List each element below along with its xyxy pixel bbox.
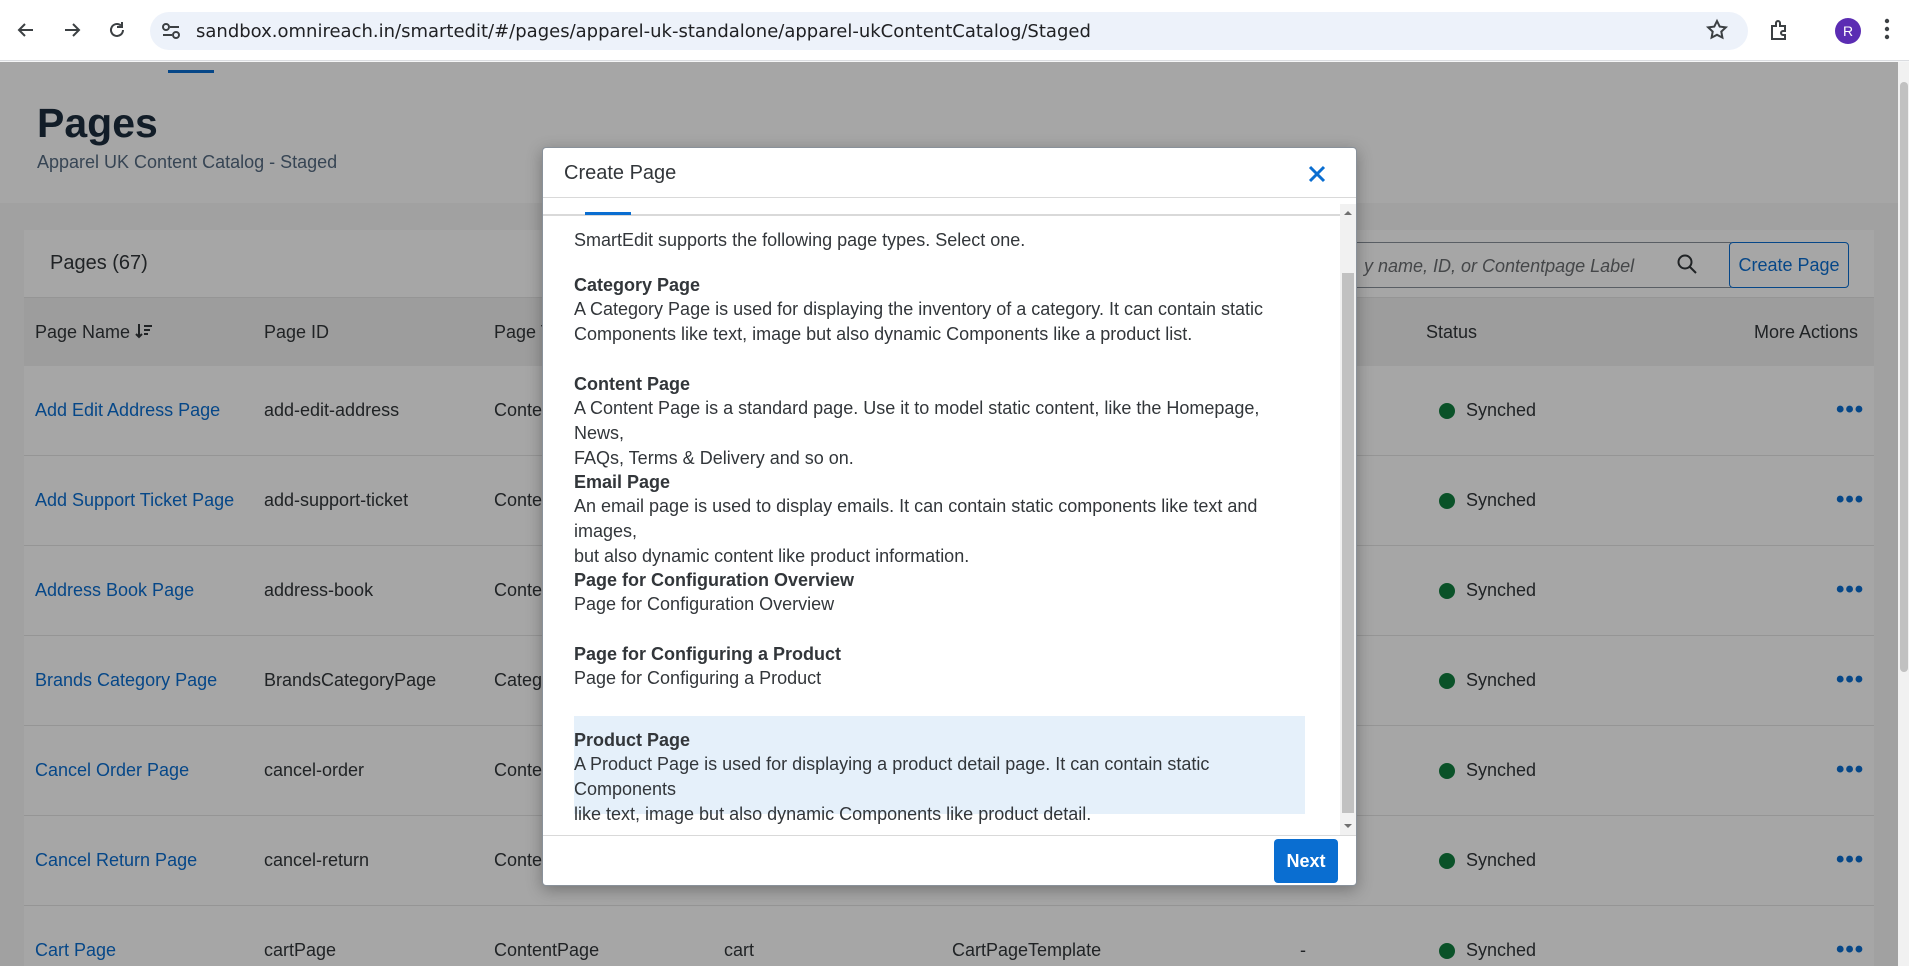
- page-type-product[interactable]: Product Page A Product Page is used for …: [574, 716, 1305, 824]
- page-type-desc: A Category Page is used for displaying t…: [574, 299, 1264, 319]
- browser-menu-icon[interactable]: [1884, 16, 1890, 47]
- page-type-desc: An email page is used to display emails.…: [574, 496, 1258, 541]
- dialog-footer: Next: [543, 835, 1356, 885]
- next-button[interactable]: Next: [1274, 839, 1338, 883]
- dialog-body: SmartEdit supports the following page ty…: [543, 216, 1340, 835]
- scroll-down-icon[interactable]: [1340, 819, 1356, 833]
- page-type-configuration-overview[interactable]: Page for Configuration Overview Page for…: [574, 568, 1305, 617]
- back-icon[interactable]: [10, 14, 42, 46]
- close-icon[interactable]: [1303, 160, 1331, 188]
- page-type-title: Email Page: [574, 472, 671, 492]
- dialog-intro: SmartEdit supports the following page ty…: [574, 230, 1026, 250]
- bookmark-star-icon[interactable]: [1705, 18, 1729, 47]
- page-type-configuring-product[interactable]: Page for Configuring a Product Page for …: [574, 642, 1305, 691]
- page-type-desc: Page for Configuration Overview: [574, 594, 835, 614]
- dialog-tab-bar: [543, 198, 1342, 216]
- profile-avatar[interactable]: R: [1835, 18, 1861, 44]
- page-type-title: Category Page: [574, 275, 701, 295]
- page-type-desc: but also dynamic content like product in…: [574, 546, 970, 566]
- browser-toolbar: sandbox.omnireach.in/smartedit/#/pages/a…: [0, 0, 1909, 61]
- page-type-desc: Components like text, image but also dyn…: [574, 324, 1193, 344]
- page-type-desc: A Product Page is used for displaying a …: [574, 754, 1210, 799]
- page-type-desc: like text, image but also dynamic Compon…: [574, 804, 1092, 824]
- page-type-category[interactable]: Category Page A Category Page is used fo…: [574, 273, 1305, 347]
- page-type-content[interactable]: Content Page A Content Page is a standar…: [574, 372, 1305, 471]
- create-page-dialog: Create Page SmartEdit supports the follo…: [542, 147, 1357, 886]
- reload-icon[interactable]: [101, 14, 133, 46]
- page-type-desc: Page for Configuring a Product: [574, 668, 822, 688]
- dialog-tab-indicator: [585, 212, 631, 215]
- url-text: sandbox.omnireach.in/smartedit/#/pages/a…: [196, 21, 1091, 42]
- dialog-title: Create Page: [564, 162, 677, 184]
- extensions-icon[interactable]: [1768, 18, 1792, 47]
- page-type-email[interactable]: Email Page An email page is used to disp…: [574, 470, 1305, 569]
- page-scrollbar-thumb[interactable]: [1900, 82, 1908, 672]
- dialog-scrollbar-thumb[interactable]: [1342, 273, 1354, 813]
- site-settings-icon[interactable]: [160, 20, 182, 47]
- page-type-desc: FAQs, Terms & Delivery and so on.: [574, 448, 854, 468]
- dialog-header: Create Page: [543, 148, 1356, 198]
- page-type-title: Page for Configuring a Product: [574, 644, 842, 664]
- page-type-desc: A Content Page is a standard page. Use i…: [574, 398, 1260, 443]
- page-type-title: Content Page: [574, 374, 691, 394]
- page-type-title: Product Page: [574, 730, 691, 750]
- scroll-up-icon[interactable]: [1340, 206, 1356, 220]
- page-type-title: Page for Configuration Overview: [574, 570, 855, 590]
- forward-icon[interactable]: [56, 14, 88, 46]
